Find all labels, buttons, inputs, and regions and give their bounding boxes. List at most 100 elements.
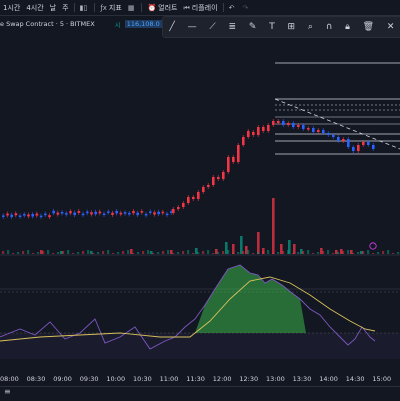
price-chart[interactable]	[0, 37, 400, 373]
interval-1h-button[interactable]: 1시간	[0, 3, 23, 13]
candle	[302, 125, 305, 129]
candle	[119, 212, 123, 215]
chart-style-button[interactable]: ▮▯	[77, 4, 93, 12]
candle	[327, 133, 330, 135]
candle	[242, 137, 245, 145]
volume-bar	[67, 250, 70, 254]
volume-bar	[267, 250, 270, 254]
ray-icon[interactable]: ⟋	[209, 22, 215, 32]
volume-bar	[212, 253, 215, 254]
replay-button[interactable]: ⏮ 리플레이	[180, 3, 220, 13]
text-icon[interactable]: T	[269, 22, 275, 32]
menu-icon[interactable]: ≡	[4, 387, 11, 396]
candle	[65, 213, 68, 215]
time-tick-label: 11:00	[159, 375, 179, 383]
candle	[48, 215, 51, 218]
volume-bar	[102, 251, 105, 254]
alert-label: 얼러트	[158, 3, 178, 12]
redo-button[interactable]: ↷	[239, 4, 253, 12]
fib-icon[interactable]: ≣	[229, 22, 237, 32]
candle	[44, 213, 47, 216]
volume-bar	[147, 250, 150, 254]
time-axis[interactable]: 08:00 08:30 09:00 09:30 10:00 10:30 11:00 11:30…	[0, 373, 400, 385]
lock-icon[interactable]: 🔒︎	[345, 22, 350, 32]
undo-button[interactable]: ↶	[226, 4, 240, 12]
candle	[292, 123, 295, 127]
candle	[227, 157, 230, 172]
interval-week-button[interactable]: 주	[59, 3, 71, 13]
indicators-label: 지표	[108, 3, 122, 12]
candle	[35, 213, 39, 216]
alert-button[interactable]: ⏰ 얼러트	[144, 3, 180, 13]
horizontal-line-icon[interactable]: —	[188, 22, 197, 32]
volume-bar	[2, 251, 5, 254]
volume-bar	[107, 250, 110, 254]
candle	[31, 213, 34, 217]
brush-icon[interactable]: ✎	[249, 22, 257, 32]
time-tick-label: 08:30	[26, 375, 46, 383]
zoom-icon[interactable]: ⌕	[308, 22, 313, 32]
candle	[197, 192, 200, 199]
volume-bar	[112, 253, 115, 254]
oscillator-fill	[195, 265, 306, 333]
drawing-toolbar: ╱ — ⟋ ≣ ✎ T ⊞ ⌕ ∩ 🔒︎ 🗑︎ ✕	[162, 16, 400, 38]
volume-bar	[157, 252, 160, 254]
candle	[252, 132, 255, 135]
volume-bar	[307, 250, 310, 254]
candle	[307, 128, 310, 130]
trend-line-icon[interactable]: ╱	[169, 22, 174, 32]
volume-bar	[127, 250, 130, 254]
candle	[362, 142, 365, 145]
candle	[232, 157, 235, 162]
volume-bar	[227, 250, 230, 254]
candle	[39, 215, 43, 218]
interval-day-button[interactable]: 날	[47, 3, 59, 13]
magnet-icon[interactable]: ∩	[326, 22, 333, 32]
volume-bar	[392, 253, 395, 254]
volume-bar	[287, 250, 290, 254]
candle	[237, 145, 240, 162]
interval-4h-button[interactable]: 4시간	[23, 3, 46, 13]
volume-bar	[52, 253, 55, 254]
symbol-legend: e Swap Contract · 5 · BITMEX 시 116,108.0	[0, 18, 162, 30]
candle	[140, 211, 144, 213]
volume-bar	[27, 250, 30, 254]
candle	[14, 213, 18, 216]
candle	[165, 213, 169, 216]
trash-icon[interactable]: 🗑︎	[363, 22, 374, 32]
time-tick-label: 13:30	[292, 375, 312, 383]
indicators-button[interactable]: ƒx 지표	[97, 3, 125, 13]
candle	[153, 212, 156, 215]
volume-bar	[387, 250, 390, 254]
volume-bar	[312, 253, 315, 254]
volume-bar	[357, 252, 360, 254]
volume-bar	[342, 251, 345, 254]
candle	[56, 212, 60, 215]
candle	[77, 210, 81, 213]
candle	[222, 172, 225, 179]
volume-bar	[142, 251, 145, 254]
candle	[69, 211, 72, 214]
candle	[257, 127, 260, 135]
candle	[157, 211, 160, 215]
volume-bar	[232, 244, 235, 254]
candle	[357, 145, 360, 151]
toolbar-divider	[73, 3, 75, 12]
volume-bar	[352, 253, 355, 254]
candle	[2, 215, 5, 217]
volume-bar	[197, 252, 200, 254]
symbol-title[interactable]: e Swap Contract · 5 · BITMEX	[0, 20, 95, 28]
volume-bar	[72, 253, 75, 254]
candle	[342, 139, 345, 141]
measure-icon[interactable]: ⊞	[288, 22, 296, 32]
volume-bar	[347, 250, 350, 254]
candle	[262, 127, 265, 131]
close-icon[interactable]: ✕	[387, 22, 395, 32]
volume-bar	[42, 251, 45, 254]
volume-bar	[242, 251, 245, 254]
event-marker	[369, 242, 377, 250]
time-tick-label: 13:00	[266, 375, 285, 383]
candle	[282, 121, 285, 125]
candle	[52, 210, 55, 214]
templates-button[interactable]: ▦	[125, 4, 140, 12]
